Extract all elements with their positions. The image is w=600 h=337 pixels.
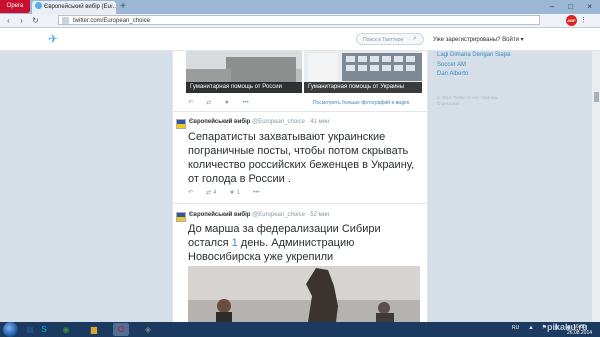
footer-links[interactable]: О рекламе xyxy=(437,101,460,106)
lock-icon xyxy=(62,17,69,24)
favorite-count: 1 xyxy=(236,190,241,196)
tweet-handle[interactable]: @European_choice xyxy=(252,119,305,125)
reply-icon[interactable]: ↶ xyxy=(188,100,193,106)
tweet-actions: ↶ ⇄ 4 ★ 1 ••• xyxy=(188,189,272,196)
login-prompt[interactable]: Уже зарегистрированы? Войти ▾ xyxy=(433,35,548,45)
photo-ukraine[interactable]: Гуманитарная помощь от Украины xyxy=(304,51,422,93)
favorite-icon[interactable]: ★ xyxy=(229,190,234,196)
avatar[interactable] xyxy=(176,119,186,129)
retweet-count: 4 xyxy=(213,190,217,196)
divider xyxy=(173,111,427,112)
tweet-header: Європейський вибір @European_choice · 41… xyxy=(189,119,329,125)
taskbar-skype-icon[interactable]: S xyxy=(36,323,52,336)
more-icon[interactable]: ••• xyxy=(253,190,259,196)
tweet-photo[interactable] xyxy=(188,266,420,322)
more-icon[interactable]: ••• xyxy=(242,100,248,106)
sidebar: Lagi Dimana Dengan Siapa Soccer AM Dan A… xyxy=(428,51,586,322)
forward-button[interactable]: › xyxy=(16,15,27,26)
tab-close-icon[interactable]: × xyxy=(109,1,113,14)
tweet-author-name[interactable]: Європейський вибір xyxy=(189,212,250,218)
tweet-photo-image xyxy=(188,266,420,322)
photo-caption: Гуманитарная помощь от России xyxy=(186,82,302,93)
back-button[interactable]: ‹ xyxy=(3,15,14,26)
tweet-author-name[interactable]: Європейський вибір xyxy=(189,119,250,125)
twitter-bird-icon[interactable]: ✈ xyxy=(48,33,62,45)
tweet-header: Європейський вибір @European_choice · 52… xyxy=(189,212,329,218)
scrollbar-thumb[interactable] xyxy=(594,92,599,102)
retweet-icon[interactable]: ⇄ xyxy=(206,190,211,196)
photo-tweet-actions: ↶ ⇄ ★ ••• xyxy=(188,99,262,106)
tweet-handle[interactable]: @European_choice xyxy=(252,212,305,218)
twitter-favicon-icon xyxy=(35,2,42,9)
photo-russia[interactable]: Гуманитарная помощь от России xyxy=(186,51,302,93)
search-icon[interactable]: ⌕ xyxy=(413,35,421,43)
clock-date: 26.08.2014 xyxy=(567,330,593,336)
suggested-link[interactable]: Soccer AM xyxy=(437,62,466,68)
reply-icon[interactable]: ↶ xyxy=(188,190,193,196)
retweet-icon[interactable]: ⇄ xyxy=(206,100,211,106)
clock[interactable]: 16:08 26.08.2014 xyxy=(567,324,592,336)
taskbar-opera-icon[interactable]: O xyxy=(113,323,129,336)
extensions-menu-icon[interactable]: ⋮ xyxy=(580,15,590,26)
suggested-link[interactable]: Lagi Dimana Dengan Siapa xyxy=(437,52,510,58)
timeline: Гуманитарная помощь от России Гуманитарн… xyxy=(172,51,428,322)
photo-caption: Гуманитарная помощь от Украины xyxy=(304,82,422,93)
footer-links[interactable]: © 2014 Twitter О нас Помощь xyxy=(437,95,498,100)
start-button[interactable] xyxy=(3,322,18,337)
tweet-time[interactable]: · 41 мин xyxy=(307,119,330,125)
tweet-text: Сепаратисты захватывают украинские погра… xyxy=(188,131,415,185)
taskbar-folder-icon[interactable]: ▆ xyxy=(86,323,102,336)
language-indicator[interactable]: RU xyxy=(512,325,519,331)
tab-title: Європейський вибір (Eu... xyxy=(44,4,116,10)
window-controls[interactable]: – □ × xyxy=(546,0,598,13)
taskbar-app-icon[interactable]: ◈ xyxy=(140,323,156,336)
reload-button[interactable]: ↻ xyxy=(30,15,41,26)
suggested-link[interactable]: Dan Alberto xyxy=(437,71,468,77)
taskbar-chrome-icon[interactable]: ◉ xyxy=(58,323,74,336)
divider xyxy=(173,203,427,204)
tweet-text: До марша за федерализации Сибири остался… xyxy=(188,222,418,264)
favorite-icon[interactable]: ★ xyxy=(224,100,229,106)
new-tab-button[interactable]: + xyxy=(118,1,128,13)
opera-menu-button[interactable]: Opera xyxy=(0,0,30,13)
adblock-icon[interactable]: ABP xyxy=(566,15,577,26)
avatar[interactable] xyxy=(176,212,186,222)
more-photos-link[interactable]: Посмотреть больше фотографий и видео xyxy=(313,100,410,106)
browser-tab[interactable]: Європейський вибір (Eu... × xyxy=(32,1,116,14)
url-field[interactable]: twitter.com/European_choice xyxy=(58,15,540,25)
tweet-time[interactable]: · 52 мин xyxy=(307,212,330,218)
url-text: twitter.com/European_choice xyxy=(73,18,151,24)
